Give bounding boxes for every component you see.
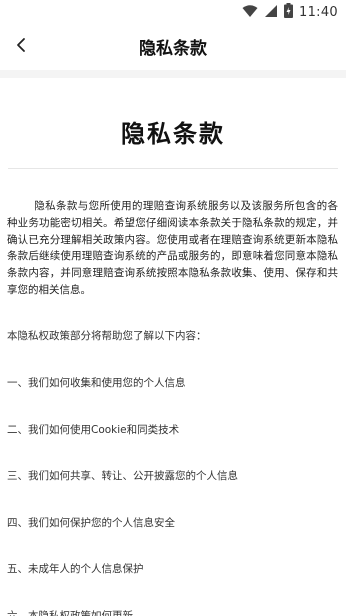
toc-item-minors[interactable]: 五、未成年人的个人信息保护 bbox=[7, 561, 144, 576]
toc-item-security[interactable]: 四、我们如何保护您的个人信息安全 bbox=[7, 515, 175, 530]
toc-item-sharing[interactable]: 三、我们如何共享、转让、公开披露您的个人信息 bbox=[7, 468, 238, 483]
toc-lead-text: 本隐私权政策部分将帮助您了解以下内容： bbox=[7, 330, 207, 342]
signal-icon bbox=[264, 3, 278, 22]
privacy-content[interactable]: 隐私条款 隐私条款与您所使用的理赔查询系统服务以及该服务所包含的各种业务功能密切… bbox=[0, 78, 346, 616]
document-title: 隐私条款 bbox=[121, 120, 225, 148]
toc-item-cookies[interactable]: 二、我们如何使用Cookie和同类技术 bbox=[7, 422, 179, 437]
header-divider bbox=[0, 70, 346, 78]
title-divider bbox=[8, 168, 338, 169]
status-bar: 11:40 bbox=[0, 0, 346, 24]
status-icons: 11:40 bbox=[242, 2, 338, 22]
battery-icon bbox=[284, 2, 294, 22]
toc-item-policy-updates[interactable]: 六、本隐私权政策如何更新 bbox=[7, 608, 133, 616]
app-title: 隐私条款 bbox=[139, 39, 207, 59]
app-bar: 隐私条款 bbox=[0, 24, 346, 70]
wifi-icon bbox=[242, 3, 258, 22]
status-time: 11:40 bbox=[299, 4, 338, 20]
toc-item-collect-info[interactable]: 一、我们如何收集和使用您的个人信息 bbox=[7, 375, 186, 390]
intro-paragraph: 隐私条款与您所使用的理赔查询系统服务以及该服务所包含的各种业务功能密切相关。希望… bbox=[7, 200, 338, 296]
